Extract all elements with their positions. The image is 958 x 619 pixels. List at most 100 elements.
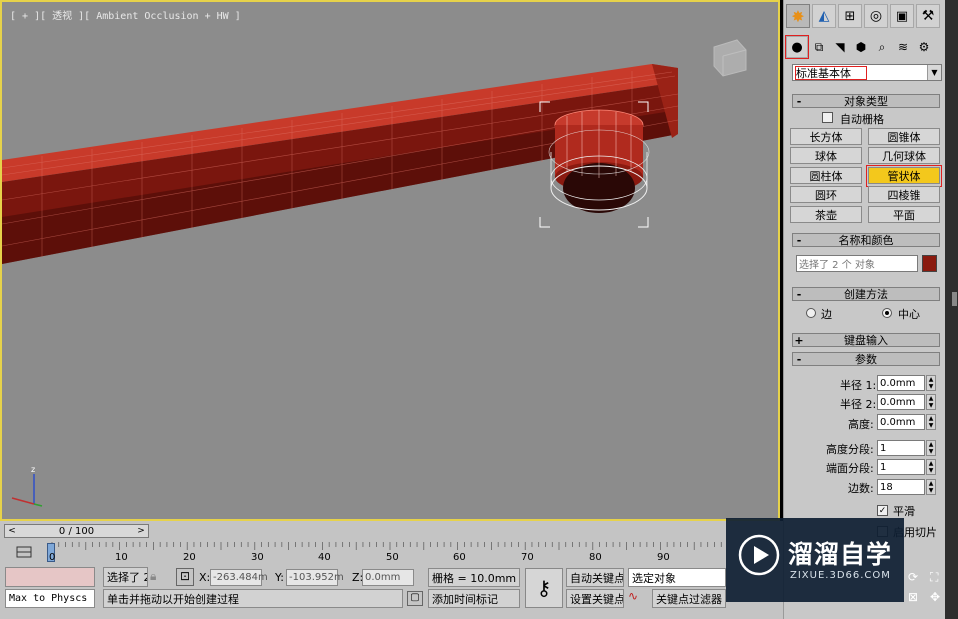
maxscript-listener[interactable]: Max to Physcs ( (5, 589, 95, 608)
object-name-field[interactable]: 选择了 2 个 对象 (796, 255, 918, 272)
tick-label: 90 (657, 552, 670, 563)
rollout-name-color[interactable]: - 名称和颜色 (792, 233, 940, 247)
radius1-field[interactable]: 0.0mm (877, 375, 925, 391)
frame-display: 0 / 100 (58, 525, 95, 537)
shapes-icon[interactable]: ⧉ (809, 36, 829, 58)
category-dropdown[interactable]: 标准基本体 ▼ (792, 64, 942, 81)
set-key-icon[interactable]: ⚷ (525, 568, 563, 608)
motion-icon[interactable]: ◎ (864, 4, 888, 28)
radius1-spinner[interactable]: ▲ ▼ (926, 375, 936, 391)
pan-icon[interactable]: ✥ (930, 590, 948, 606)
rollout-keyboard-entry[interactable]: + 键盘输入 (792, 333, 940, 347)
geometry-icon[interactable]: ● (785, 35, 809, 59)
watermark-url: ZIXUE.3D66.COM (790, 570, 891, 581)
sphere-button[interactable]: 球体 (790, 147, 862, 164)
rollout-creation-method[interactable]: - 创建方法 (792, 287, 940, 301)
cylinder-button[interactable]: 圆柱体 (790, 167, 862, 184)
object-color-swatch[interactable] (922, 255, 937, 272)
status-area: Max to Physcs ( 选择了 2 🔒︎ ⊡ X: -263.484m … (0, 566, 783, 619)
next-frame-button[interactable]: > (134, 525, 148, 537)
scroll-nub[interactable] (952, 292, 957, 306)
zoom-extents-icon[interactable]: ⊠ (908, 590, 926, 606)
center-radio[interactable] (882, 308, 892, 318)
systems-icon[interactable]: ⚙ (914, 36, 934, 58)
tick-label: 20 (183, 552, 196, 563)
axis-z-label: z (31, 465, 35, 474)
tube-button[interactable]: 管状体 (866, 165, 942, 187)
torus-button[interactable]: 圆环 (790, 186, 862, 203)
tick-label: 60 (453, 552, 466, 563)
watermark: 溜溜自学 ZIXUE.3D66.COM (726, 518, 904, 602)
tick-label: 80 (589, 552, 602, 563)
mini-curve-editor-icon[interactable] (14, 543, 34, 561)
command-panel-tabs: ✸ ◭ ⊞ ◎ ▣ ⚒ (786, 4, 940, 28)
teapot-button[interactable]: 茶壶 (790, 206, 862, 223)
x-coordinate-field[interactable]: -263.484m (210, 569, 268, 586)
cap-segments-field[interactable]: 1 (877, 459, 925, 475)
sides-spinner[interactable]: ▲ ▼ (926, 479, 936, 495)
key-filters-button[interactable]: 关键点过滤器 (652, 589, 726, 608)
maximize-viewport-icon[interactable]: ⛶ (930, 570, 948, 586)
lights-icon[interactable]: ◥ (830, 36, 850, 58)
absolute-mode-icon[interactable]: ⊡ (176, 568, 194, 586)
radius1-label: 半径 1: (840, 379, 877, 392)
utilities-icon[interactable]: ⚒ (916, 4, 940, 28)
perspective-viewport[interactable]: [ + ][ 透视 ][ Ambient Occlusion + HW ] z (0, 0, 780, 521)
tube-object (548, 109, 650, 213)
rollout-title: 参数 (855, 353, 877, 366)
edge-radio[interactable] (806, 308, 816, 318)
time-tag-icon[interactable]: ▢ (407, 591, 423, 606)
hierarchy-icon[interactable]: ⊞ (838, 4, 862, 28)
cameras-icon[interactable]: ⬢ (851, 36, 871, 58)
height-spinner[interactable]: ▲ ▼ (926, 414, 936, 430)
radius2-spinner[interactable]: ▲ ▼ (926, 394, 936, 410)
auto-key-button[interactable]: 自动关键点 (566, 568, 624, 587)
display-icon[interactable]: ▣ (890, 4, 914, 28)
command-panel-scrollbar[interactable] (945, 0, 958, 619)
key-mode-icon[interactable]: ∿ (628, 589, 650, 608)
rollout-parameters[interactable]: - 参数 (792, 352, 940, 366)
create-icon[interactable]: ✸ (786, 4, 810, 28)
height-segments-field[interactable]: 1 (877, 440, 925, 456)
cap-segments-label: 端面分段: (826, 462, 874, 475)
maxscript-listener-top[interactable] (5, 567, 95, 587)
helpers-icon[interactable]: ⌕ (872, 36, 892, 58)
orbit-icon[interactable]: ⟳ (908, 570, 926, 586)
sides-label: 边数: (848, 482, 874, 495)
height-label: 高度: (848, 418, 874, 431)
rollout-object-type[interactable]: - 对象类型 (792, 94, 940, 108)
bottom-bar: < 0 / 100 > 0 10 20 30 40 50 60 70 80 90… (0, 521, 783, 619)
tick-label: 70 (521, 552, 534, 563)
plane-button[interactable]: 平面 (868, 206, 940, 223)
cap-segments-spinner[interactable]: ▲ ▼ (926, 459, 936, 475)
cone-button[interactable]: 圆锥体 (868, 128, 940, 145)
autogrid-label: 自动栅格 (840, 113, 884, 126)
create-subtabs: ● ⧉ ◥ ⬢ ⌕ ≋ ⚙ (785, 35, 934, 59)
add-time-tag[interactable]: 添加时间标记 (428, 589, 520, 608)
viewport-label[interactable]: [ + ][ 透视 ][ Ambient Occlusion + HW ] (10, 7, 241, 22)
selection-set-dropdown[interactable]: 选定对象 (628, 568, 726, 587)
spacewarps-icon[interactable]: ≋ (893, 36, 913, 58)
prev-frame-button[interactable]: < (5, 525, 19, 537)
box-button[interactable]: 长方体 (790, 128, 862, 145)
radius2-label: 半径 2: (840, 398, 877, 411)
chevron-down-icon[interactable]: ▼ (927, 65, 941, 80)
geosphere-button[interactable]: 几何球体 (868, 147, 940, 164)
sides-field[interactable]: 18 (877, 479, 925, 495)
height-segments-spinner[interactable]: ▲ ▼ (926, 440, 936, 456)
edge-radio-label: 边 (821, 308, 832, 321)
pyramid-button[interactable]: 四棱锥 (868, 186, 940, 203)
time-slider[interactable]: < 0 / 100 > (4, 524, 149, 538)
y-coordinate-field[interactable]: -103.952m (286, 569, 344, 586)
set-key-button[interactable]: 设置关键点 (566, 589, 624, 608)
grid-size: 栅格 = 10.0mm (428, 568, 520, 587)
tick-label: 10 (115, 552, 128, 563)
rollout-title: 名称和颜色 (838, 234, 894, 247)
radius2-field[interactable]: 0.0mm (877, 394, 925, 410)
modify-icon[interactable]: ◭ (812, 4, 836, 28)
smooth-checkbox[interactable]: ✓ (877, 505, 888, 516)
z-coordinate-field[interactable]: 0.0mm (362, 569, 414, 586)
autogrid-checkbox[interactable] (822, 112, 833, 123)
lock-icon[interactable]: 🔒︎ (150, 569, 166, 585)
height-field[interactable]: 0.0mm (877, 414, 925, 430)
